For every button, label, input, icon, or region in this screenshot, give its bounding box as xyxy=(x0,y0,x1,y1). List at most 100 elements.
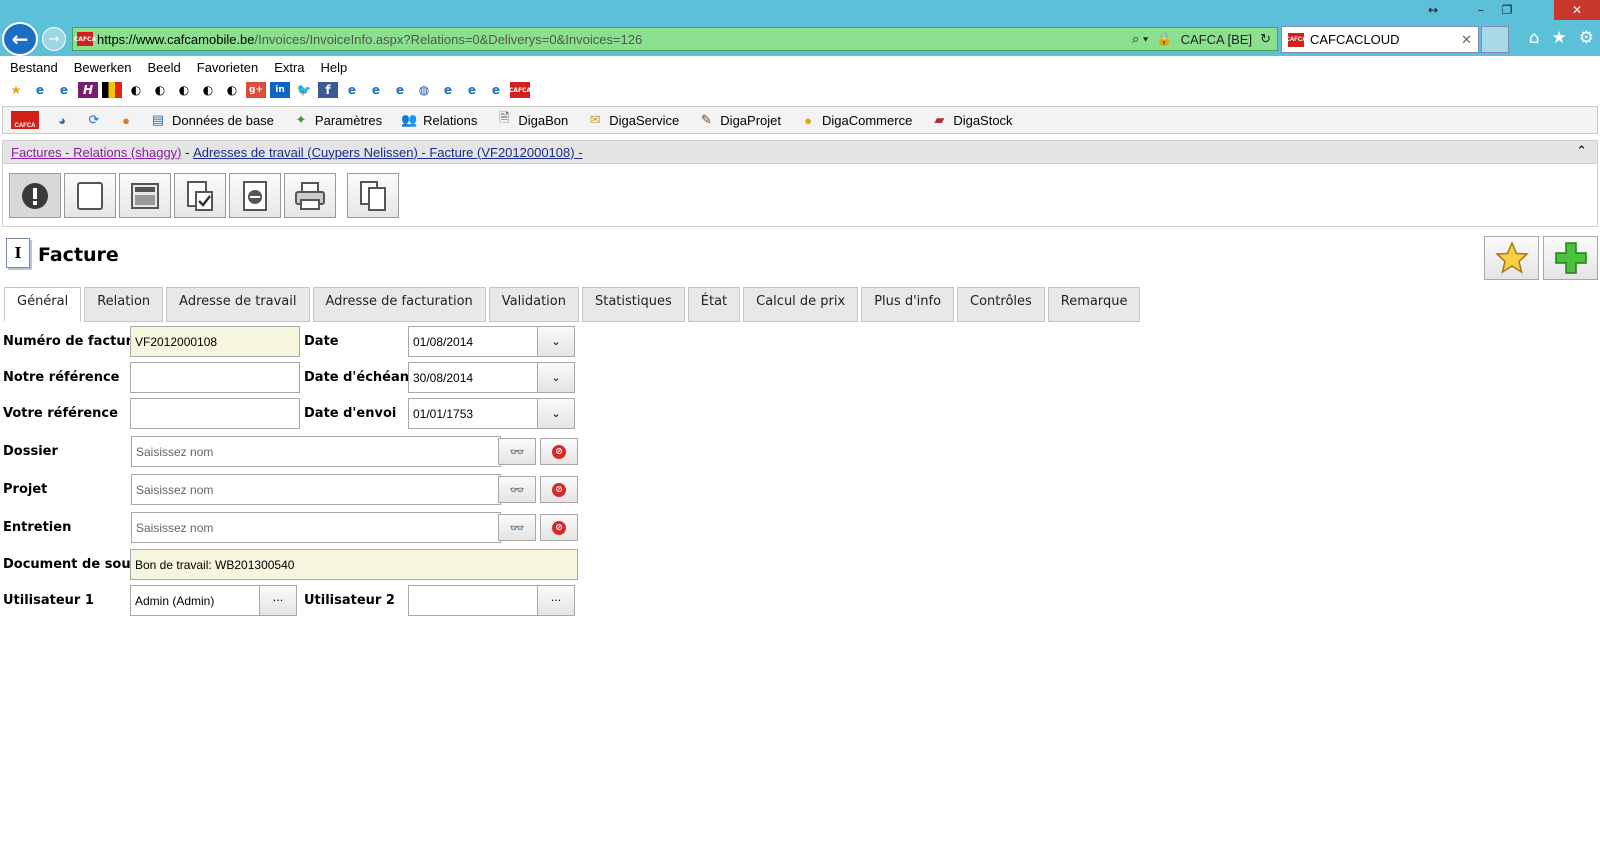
search-icon[interactable]: ⌕ ▾ xyxy=(1132,31,1148,47)
add-button[interactable] xyxy=(1543,236,1598,280)
ie-page-icon[interactable]: e xyxy=(486,82,506,98)
source-document-field[interactable]: Bon de travail: WB201300540 xyxy=(130,549,578,580)
h-site-icon[interactable]: H xyxy=(78,82,98,98)
tools-gear-icon[interactable]: ⚙ xyxy=(1579,28,1594,48)
new-tab-button[interactable] xyxy=(1481,26,1509,53)
tab-calcul-de-prix[interactable]: Calcul de prix xyxy=(743,287,859,322)
toolbar-digastock[interactable]: ▰ DigaStock xyxy=(930,111,1012,129)
resize-icon[interactable]: ↔ xyxy=(1422,0,1444,20)
user1-select-button[interactable]: ··· xyxy=(259,585,297,616)
tab-validation[interactable]: Validation xyxy=(488,287,579,322)
lock-icon[interactable]: 🔒 xyxy=(1156,31,1172,47)
home-icon[interactable]: ⌂ xyxy=(1529,28,1540,48)
sun-icon[interactable]: ◐ xyxy=(150,82,170,98)
toolbar-digabon[interactable]: 🗎 DigaBon xyxy=(495,110,568,129)
breadcrumb-link[interactable]: Factures - Relations (shaggy) xyxy=(11,145,182,160)
favorites-star-icon[interactable]: ★ xyxy=(1552,28,1567,48)
breadcrumb-current[interactable]: Adresses de travail (Cuypers Nelissen) -… xyxy=(193,145,582,160)
our-reference-field[interactable] xyxy=(130,362,300,393)
ie-page-icon[interactable]: e xyxy=(30,82,50,98)
browser-tab[interactable]: CAFCA CAFCACLOUD ✕ xyxy=(1281,26,1479,53)
ie-page-icon[interactable]: e xyxy=(342,82,362,98)
entretien-clear-button[interactable]: ⊘ xyxy=(540,514,578,541)
tab-plus-dinfo[interactable]: Plus d'info xyxy=(861,287,955,322)
due-date-dropdown-button[interactable]: ⌄ xyxy=(537,362,575,393)
date-dropdown-button[interactable]: ⌄ xyxy=(537,326,575,357)
send-date-dropdown-button[interactable]: ⌄ xyxy=(537,398,575,429)
validate-document-button[interactable] xyxy=(174,173,226,218)
close-window-button[interactable]: ✕ xyxy=(1554,0,1600,20)
twitter-icon[interactable]: 🐦 xyxy=(294,82,314,98)
user2-field[interactable] xyxy=(408,585,538,616)
toolbar-digacommerce[interactable]: ● DigaCommerce xyxy=(799,111,912,129)
toolbar-donnees-de-base[interactable]: ▤ Données de base xyxy=(149,111,274,129)
ie-page-icon[interactable]: e xyxy=(54,82,74,98)
menu-extra[interactable]: Extra xyxy=(274,60,304,75)
copy-document-button[interactable] xyxy=(347,173,399,218)
tab-statistiques[interactable]: Statistiques xyxy=(581,287,685,322)
invoice-number-field[interactable]: VF2012000108 xyxy=(130,326,300,357)
menu-help[interactable]: Help xyxy=(321,60,348,75)
projet-clear-button[interactable]: ⊘ xyxy=(540,476,578,503)
linkedin-icon[interactable]: in xyxy=(270,82,290,98)
menu-bestand[interactable]: Bestand xyxy=(10,60,58,75)
tab-adresse-de-facturation[interactable]: Adresse de facturation xyxy=(312,287,486,322)
dossier-input[interactable]: Saisissez nom xyxy=(131,436,501,467)
menu-favorieten[interactable]: Favorieten xyxy=(197,60,258,75)
new-document-button[interactable] xyxy=(64,173,116,218)
add-favorite-icon[interactable]: ★ xyxy=(6,82,26,98)
cafca-logo[interactable]: CAFCA xyxy=(11,111,39,129)
refresh-icon[interactable]: ↻ xyxy=(1260,31,1271,47)
toolbar-parametres[interactable]: ✦ Paramètres xyxy=(292,111,382,129)
tab-controles[interactable]: Contrôles xyxy=(957,287,1045,322)
back-button[interactable]: ← xyxy=(2,22,38,56)
ie-page-icon[interactable]: e xyxy=(438,82,458,98)
ie-page-icon[interactable]: e xyxy=(390,82,410,98)
entretien-input[interactable]: Saisissez nom xyxy=(131,512,501,543)
sun-icon[interactable]: ◐ xyxy=(222,82,242,98)
tab-general[interactable]: Général xyxy=(4,287,82,322)
toolbar-digaservice[interactable]: ✉ DigaService xyxy=(586,111,680,129)
toolbar-relations[interactable]: 👥 Relations xyxy=(400,111,477,129)
sync-icon[interactable]: ⟳ xyxy=(85,111,103,129)
restore-button[interactable]: ❐ xyxy=(1496,0,1518,20)
globe-icon[interactable]: ◍ xyxy=(414,82,434,98)
facebook-icon[interactable]: f xyxy=(318,82,338,98)
menu-beeld[interactable]: Beeld xyxy=(148,60,181,75)
forward-button[interactable]: → xyxy=(42,27,66,51)
stop-document-button[interactable] xyxy=(229,173,281,218)
entretien-search-button[interactable]: 👓 xyxy=(498,514,536,541)
sun-icon[interactable]: ◐ xyxy=(198,82,218,98)
user2-select-button[interactable]: ··· xyxy=(537,585,575,616)
user-icon[interactable]: ● xyxy=(117,111,135,129)
projet-search-button[interactable]: 👓 xyxy=(498,476,536,503)
toolbar-digaprojet[interactable]: ✎ DigaProjet xyxy=(697,111,781,129)
dossier-clear-button[interactable]: ⊘ xyxy=(540,438,578,465)
belgium-flag-icon[interactable] xyxy=(102,82,122,98)
ie-page-icon[interactable]: e xyxy=(366,82,386,98)
tab-etat[interactable]: État xyxy=(687,287,741,322)
favorite-button[interactable] xyxy=(1484,236,1539,280)
tab-remarque[interactable]: Remarque xyxy=(1047,287,1141,322)
dossier-search-button[interactable]: 👓 xyxy=(498,438,536,465)
menu-bewerken[interactable]: Bewerken xyxy=(74,60,132,75)
tab-adresse-de-travail[interactable]: Adresse de travail xyxy=(166,287,310,322)
date-field[interactable]: 01/08/2014 xyxy=(408,326,538,357)
sun-icon[interactable]: ◐ xyxy=(126,82,146,98)
ie-page-icon[interactable]: e xyxy=(462,82,482,98)
send-date-field[interactable]: 01/01/1753 xyxy=(408,398,538,429)
projet-input[interactable]: Saisissez nom xyxy=(131,474,501,505)
address-bar[interactable]: CAFCA https://www.cafcamobile.be/Invoice… xyxy=(72,27,1278,51)
cafca-favicon-icon[interactable]: CAFCA xyxy=(509,82,531,98)
print-button[interactable] xyxy=(284,173,336,218)
calculator-button[interactable] xyxy=(119,173,171,218)
due-date-field[interactable]: 30/08/2014 xyxy=(408,362,538,393)
alert-button[interactable] xyxy=(9,173,61,218)
sun-icon[interactable]: ◐ xyxy=(174,82,194,98)
tab-relation[interactable]: Relation xyxy=(84,287,164,322)
minimize-button[interactable]: – xyxy=(1470,0,1492,20)
google-plus-icon[interactable]: g+ xyxy=(246,82,266,98)
tab-close-icon[interactable]: ✕ xyxy=(1461,32,1472,48)
your-reference-field[interactable] xyxy=(130,398,300,429)
globe-icon[interactable]: ◕ xyxy=(53,111,71,129)
